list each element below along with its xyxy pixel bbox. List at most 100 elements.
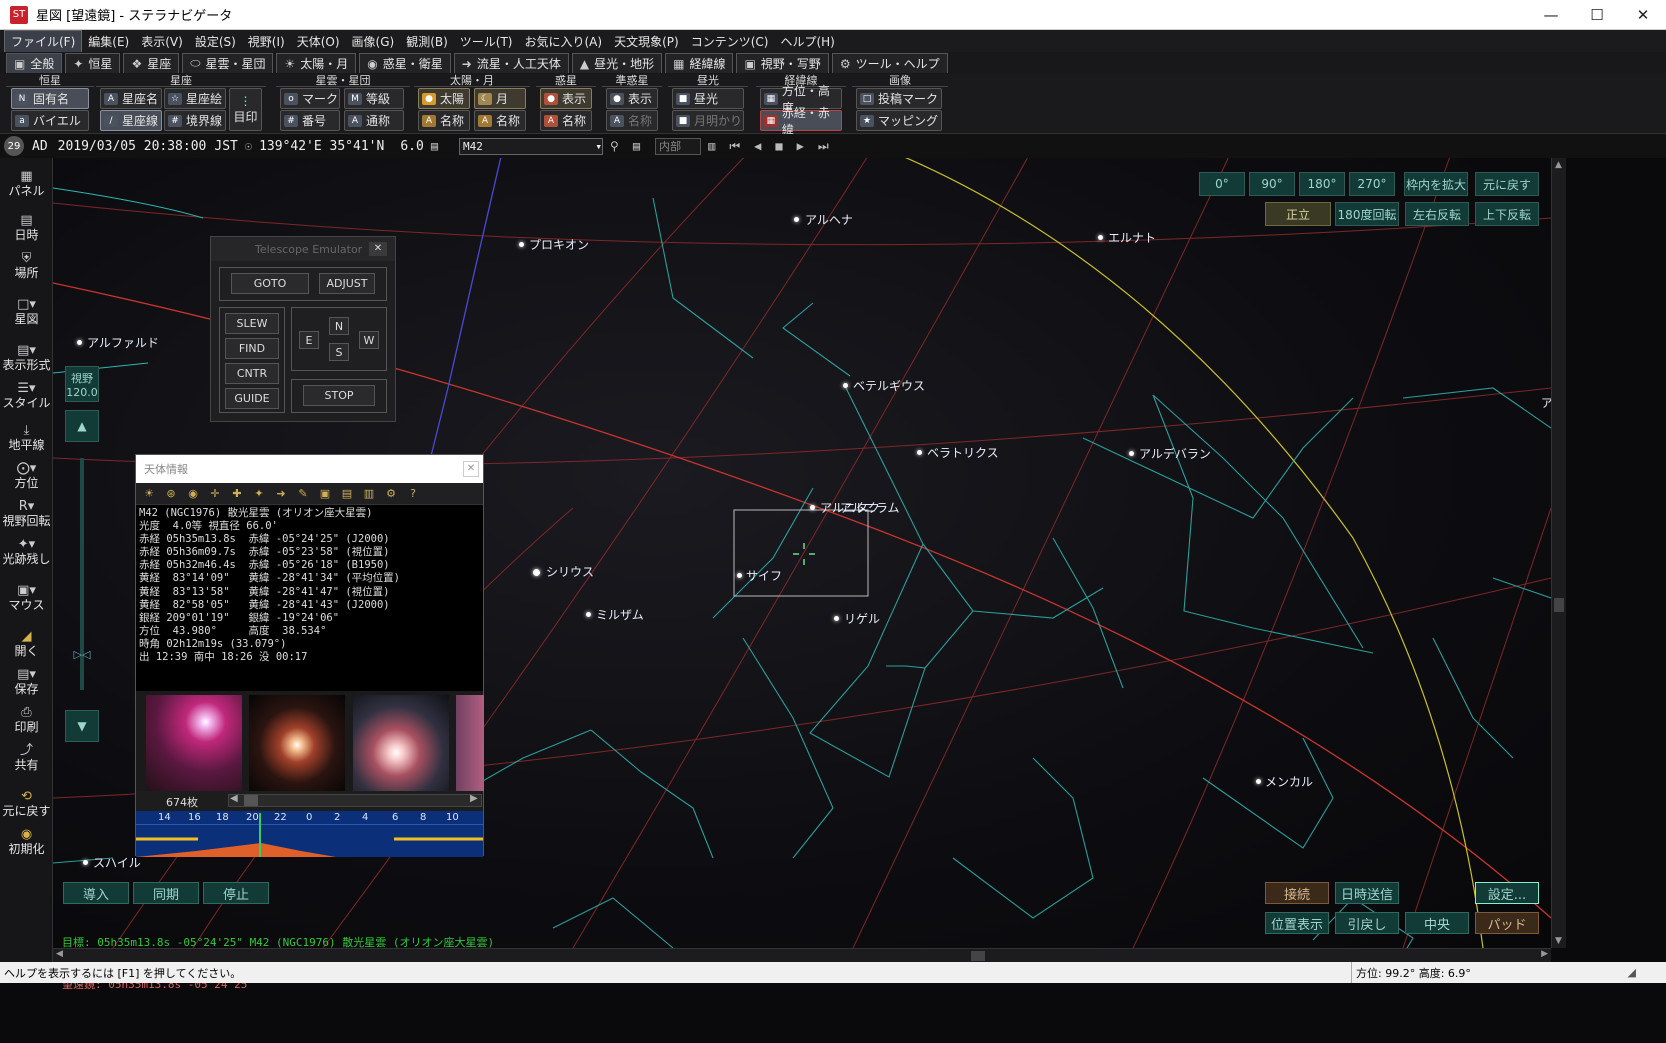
upright-button[interactable]: 正立 bbox=[1265, 202, 1331, 226]
menu-tools[interactable]: ツール(T) bbox=[454, 31, 519, 52]
pad-button[interactable]: パッド bbox=[1475, 912, 1539, 934]
crosshair-icon[interactable]: ✛ bbox=[204, 487, 226, 500]
tab-nebulae[interactable]: ⬭ 星雲・星団 bbox=[182, 53, 274, 73]
tab-daylight[interactable]: ▲ 昼光・地形 bbox=[571, 53, 663, 73]
dwarf-name-button[interactable]: A 名称 bbox=[606, 110, 658, 131]
scroll-left-icon[interactable]: ◀ bbox=[56, 949, 63, 959]
zoom-slider-thumb[interactable]: ▷◁ bbox=[65, 648, 99, 662]
stop-button[interactable]: 停止 bbox=[203, 882, 269, 904]
sun-button[interactable]: ● 太陽 bbox=[418, 88, 470, 109]
sync-button[interactable]: 同期 bbox=[133, 882, 199, 904]
scroll-right-icon[interactable]: ▶ bbox=[1541, 949, 1548, 959]
telescope-stop-button[interactable]: STOP bbox=[303, 385, 375, 406]
zoom-in-button[interactable]: ▲ bbox=[65, 410, 99, 442]
menu-edit[interactable]: 編集(E) bbox=[82, 31, 135, 52]
thumbnail-image[interactable] bbox=[353, 695, 449, 791]
planet-show-button[interactable]: ● 表示 bbox=[540, 88, 592, 109]
menu-fov[interactable]: 視野(I) bbox=[242, 31, 291, 52]
telescope-settings-button[interactable]: 設定... bbox=[1475, 882, 1539, 904]
rotate-270-button[interactable]: 270° bbox=[1349, 172, 1395, 196]
direction-button[interactable]: ⨀▾ 方位 bbox=[0, 462, 53, 491]
thumbnail-scroll-thumb[interactable] bbox=[244, 795, 258, 806]
crosshair-plus-icon[interactable]: ✚ bbox=[226, 487, 248, 500]
center-rate-button[interactable]: CNTR bbox=[225, 363, 279, 384]
close-button[interactable]: ✕ bbox=[1620, 0, 1666, 30]
step-icon[interactable]: ▥ bbox=[708, 139, 715, 153]
skip-forward-icon[interactable]: ⏭ bbox=[818, 139, 829, 154]
init-button[interactable]: ◉ 初期化 bbox=[0, 828, 53, 857]
find-button[interactable]: FIND bbox=[225, 338, 279, 359]
maximize-button[interactable]: ☐ bbox=[1574, 0, 1620, 30]
center-button[interactable]: 中央 bbox=[1405, 912, 1469, 934]
flip-vertical-button[interactable]: 上下反転 bbox=[1475, 202, 1539, 226]
share-button[interactable]: ⤴ 共有 bbox=[0, 744, 53, 773]
slew-button[interactable]: SLEW bbox=[225, 313, 279, 334]
stop-icon[interactable]: ■ bbox=[775, 139, 782, 153]
moonlight-button[interactable]: ■ 月明かり bbox=[672, 110, 744, 131]
adjust-button[interactable]: ADJUST bbox=[319, 273, 375, 294]
location-icon[interactable]: ☉ bbox=[245, 139, 252, 153]
sun-icon[interactable]: ☀ bbox=[138, 487, 160, 500]
scroll-right-icon[interactable]: ▶ bbox=[470, 793, 478, 804]
scroll-down-icon[interactable]: ▼ bbox=[1555, 936, 1562, 946]
menu-file[interactable]: ファイル(F) bbox=[4, 29, 83, 53]
close-icon[interactable]: ✕ bbox=[369, 242, 387, 256]
constellation-name-button[interactable]: A 星座名 bbox=[100, 88, 162, 109]
moon-button[interactable]: ☾ 月 bbox=[474, 88, 526, 109]
vscroll-thumb[interactable] bbox=[1554, 598, 1564, 612]
view-undo-button[interactable]: 元に戻す bbox=[1475, 172, 1539, 196]
location-value[interactable]: 139°42'E 35°41'N bbox=[259, 139, 384, 154]
open-button[interactable]: ◢ 開く bbox=[0, 630, 53, 659]
flip-horizontal-button[interactable]: 左右反転 bbox=[1405, 202, 1469, 226]
star-suhail[interactable] bbox=[83, 860, 88, 865]
sun-name-button[interactable]: A 名称 bbox=[418, 110, 470, 131]
menu-observe[interactable]: 観測(B) bbox=[400, 31, 454, 52]
zoom-out-button[interactable]: ▼ bbox=[65, 710, 99, 742]
telescope-icon[interactable]: ➜ bbox=[270, 487, 292, 500]
trail-button[interactable]: ✦▾ 光跡残し bbox=[0, 538, 53, 567]
menu-view[interactable]: 表示(V) bbox=[135, 31, 189, 52]
slew-to-target-button[interactable]: 導入 bbox=[63, 882, 129, 904]
mag-icon[interactable]: ▤ bbox=[431, 139, 438, 153]
print-button[interactable]: ⎙ 印刷 bbox=[0, 706, 53, 735]
dialog-titlebar[interactable]: Telescope Emulator ✕ bbox=[211, 237, 395, 261]
vertical-scrollbar[interactable]: ▲ ▼ bbox=[1551, 158, 1566, 948]
tab-general[interactable]: ▣ 全般 bbox=[6, 53, 63, 73]
guide-button[interactable]: GUIDE bbox=[225, 388, 279, 409]
help-icon[interactable]: ? bbox=[402, 487, 424, 500]
play-back-icon[interactable]: ◀ bbox=[754, 139, 761, 153]
star-rigel[interactable] bbox=[834, 616, 839, 621]
tab-tools[interactable]: ⚙ ツール・ヘルプ bbox=[831, 53, 948, 73]
datetime-button[interactable]: ▤ 日時 bbox=[0, 214, 53, 243]
mouse-button[interactable]: ▣▾ マウス bbox=[0, 584, 53, 613]
datetime-value[interactable]: 2019/03/05 20:38:00 bbox=[58, 139, 207, 154]
resize-grip-icon[interactable]: ◢ bbox=[1576, 966, 1666, 979]
menu-help[interactable]: ヘルプ(H) bbox=[774, 31, 840, 52]
east-button[interactable]: E bbox=[299, 331, 319, 349]
settings-icon[interactable]: ⚙ bbox=[380, 487, 402, 500]
play-icon[interactable]: ▶ bbox=[797, 139, 804, 153]
tab-stars[interactable]: ✦ 恒星 bbox=[65, 53, 121, 73]
zoom-frame-button[interactable]: 枠内を拡大 bbox=[1404, 172, 1468, 196]
star-sirius[interactable] bbox=[533, 569, 540, 576]
timezone-label[interactable]: JST bbox=[214, 139, 237, 154]
proper-name-button[interactable]: N 固有名 bbox=[11, 88, 89, 109]
star-aldebaran[interactable] bbox=[1129, 451, 1134, 456]
menu-object[interactable]: 天体(O) bbox=[291, 31, 346, 52]
star-procyon[interactable] bbox=[519, 242, 524, 247]
tab-fov[interactable]: ▣ 視野・写野 bbox=[736, 53, 829, 73]
skip-back-icon[interactable]: ⏮ bbox=[729, 139, 740, 154]
west-button[interactable]: W bbox=[359, 331, 379, 349]
target-select[interactable]: M42 ▾ bbox=[459, 137, 604, 155]
rotate180-button[interactable]: 180度回転 bbox=[1335, 202, 1399, 226]
objects-icon[interactable]: ◉ bbox=[182, 487, 204, 500]
panel-button[interactable]: ▦ パネル bbox=[0, 170, 53, 199]
menu-settings[interactable]: 設定(S) bbox=[189, 31, 242, 52]
rotate-90-button[interactable]: 90° bbox=[1249, 172, 1295, 196]
thumbnail-image[interactable] bbox=[146, 695, 242, 791]
rotate-button[interactable]: R▾ 視野回転 bbox=[0, 500, 53, 529]
mode-select[interactable]: 内部 bbox=[655, 137, 702, 155]
constellation-line-button[interactable]: / 星座線 bbox=[100, 110, 162, 131]
menu-phenomena[interactable]: 天文現象(P) bbox=[608, 31, 685, 52]
limit-mag-value[interactable]: 6.0 bbox=[400, 139, 423, 154]
